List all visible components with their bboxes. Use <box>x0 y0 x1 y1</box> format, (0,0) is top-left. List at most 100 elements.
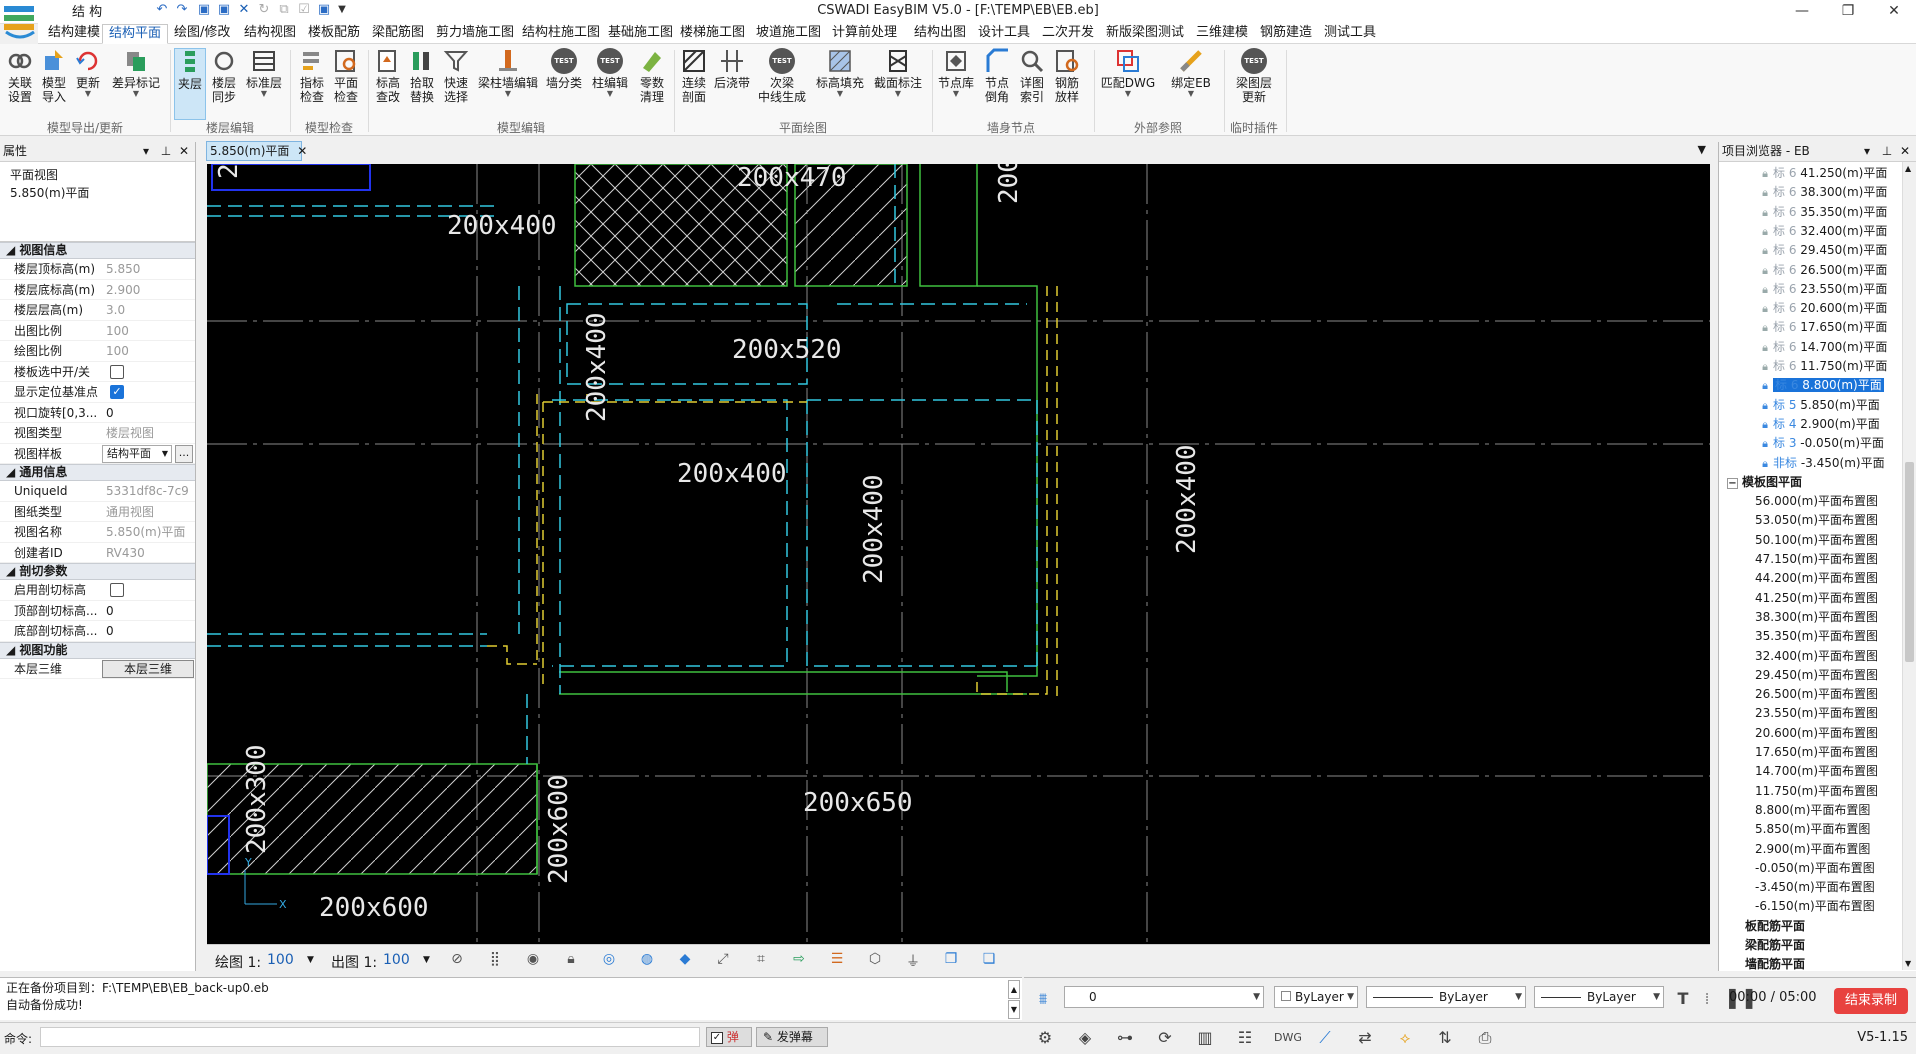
zero-clean-button[interactable]: 零数 清理 <box>636 48 668 104</box>
collapse-icon[interactable]: − <box>1727 477 1738 489</box>
tab-stair[interactable]: 楼梯施工图 <box>674 24 751 44</box>
lock-icon[interactable]: 🔒︎ <box>1759 225 1771 238</box>
tree-floor-item[interactable]: 🔒︎ 标 6 8.800(m)平面 <box>1759 376 1884 394</box>
tree-floor-item[interactable]: 🔒︎ 标 6 11.750(m)平面 <box>1759 357 1887 375</box>
tree-slab-item[interactable]: 53.050(m)平面布置图 <box>1755 511 1878 529</box>
expand-icon[interactable]: ⤢ <box>713 951 733 969</box>
dropdown-icon[interactable]: ▾ <box>137 142 155 161</box>
beam-layer-update-button[interactable]: TEST 梁图层 更新 <box>1230 48 1278 104</box>
tree-slab-item[interactable]: 14.700(m)平面布置图 <box>1755 762 1878 780</box>
tree-floor-item[interactable]: 🔒︎ 标 6 20.600(m)平面 <box>1759 299 1887 317</box>
tree-slab-item[interactable]: 11.750(m)平面布置图 <box>1755 782 1878 800</box>
indicator-check-button[interactable]: 指标 检查 <box>296 48 328 104</box>
layers-stack-icon[interactable]: ◈ <box>1074 1027 1096 1049</box>
command-input[interactable] <box>40 1027 700 1047</box>
danmaku-toggle[interactable]: ✓ 弹 <box>706 1027 752 1047</box>
console-scroll-down-icon[interactable]: ▼ <box>1008 1000 1020 1019</box>
lock-icon[interactable]: 🔒︎ <box>1759 322 1771 334</box>
tab-shear-wall[interactable]: 剪力墙施工图 <box>430 24 520 44</box>
tree-floor-item[interactable]: 🔒︎ 非标 -3.450(m)平面 <box>1759 454 1885 472</box>
bind-eb-button[interactable]: 绑定EB ▼ <box>1164 48 1218 98</box>
tree-slab-item[interactable]: 35.350(m)平面布置图 <box>1755 627 1878 645</box>
window-tile-icon[interactable]: ❐ <box>941 951 961 969</box>
tree-floor-item[interactable]: 🔒︎ 标 4 2.900(m)平面 <box>1759 415 1880 433</box>
draw-scale-dropdown-icon[interactable]: ▼ <box>307 955 314 965</box>
pick-replace-button[interactable]: 拾取 替换 <box>406 48 438 104</box>
tab-dev[interactable]: 二次开发 <box>1036 24 1100 44</box>
tree-slab-item[interactable]: 8.800(m)平面布置图 <box>1755 801 1870 819</box>
tree-floor-item[interactable]: 🔒︎ 标 6 41.250(m)平面 <box>1759 164 1887 182</box>
tab-draw-modify[interactable]: 绘图/修改 <box>168 24 236 44</box>
tab-slab-rebar[interactable]: 楼板配筋 <box>302 24 366 44</box>
tree-floor-item[interactable]: 🔒︎ 标 6 38.300(m)平面 <box>1759 183 1887 201</box>
customize-qa-icon[interactable]: ▼ <box>334 2 350 18</box>
tree-slab-item[interactable]: -0.050(m)平面布置图 <box>1755 859 1875 877</box>
tree-section-rebar[interactable]: 梁配筋平面 <box>1745 936 1805 954</box>
save-small-icon[interactable]: ▣ <box>316 2 332 18</box>
tree-slab-item[interactable]: 44.200(m)平面布置图 <box>1755 569 1878 587</box>
list-icon[interactable]: ☷ <box>1234 1027 1256 1049</box>
show-base-checkbox[interactable]: ✓ <box>110 385 124 399</box>
quick-select-button[interactable]: 快速 选择 <box>440 48 472 104</box>
match-dwg-button[interactable]: 匹配DWG ▼ <box>1096 48 1160 98</box>
lock-icon[interactable]: 🔒︎ <box>1759 283 1771 296</box>
tree-slab-item[interactable]: 5.850(m)平面布置图 <box>1755 820 1870 838</box>
section-view-func[interactable]: ◢ 视图功能 <box>0 641 195 659</box>
output-scale-dropdown-icon[interactable]: ▼ <box>423 955 430 965</box>
tree-floor-item[interactable]: 🔒︎ 标 6 26.500(m)平面 <box>1759 261 1887 279</box>
close-tab-icon[interactable]: ✕ <box>297 144 307 158</box>
console-scroll-up-icon[interactable]: ▲ <box>1008 980 1020 999</box>
drag-handle-icon[interactable]: ⁞ <box>1696 988 1718 1010</box>
lock-icon[interactable]: 🔒︎ <box>1759 245 1771 257</box>
panel-icon[interactable]: ▥ <box>1194 1027 1216 1049</box>
tab-design-tools[interactable]: 设计工具 <box>972 24 1036 44</box>
tree-floor-item[interactable]: 🔒︎ 标 6 32.400(m)平面 <box>1759 222 1887 240</box>
lock-icon[interactable]: 🔒︎ <box>1759 264 1771 277</box>
tree-floor-item[interactable]: 🔒︎ 标 6 35.350(m)平面 <box>1759 203 1887 221</box>
view-cube-icon[interactable]: ◆ <box>675 951 695 969</box>
tree-slab-item[interactable]: 56.000(m)平面布置图 <box>1755 492 1878 510</box>
lock-icon[interactable]: 🔒︎ <box>1759 206 1771 219</box>
column-edit-button[interactable]: TEST 柱编辑 ▼ <box>590 48 630 98</box>
lock-icon[interactable]: 🔒︎ <box>1759 361 1771 373</box>
lock-icon[interactable]: 🔒︎ <box>1759 187 1771 199</box>
lock-icon[interactable]: 🔒︎ <box>1759 399 1771 412</box>
lock-icon[interactable]: 🔒︎ <box>1759 418 1771 431</box>
tree-slab-item[interactable]: 20.600(m)平面布置图 <box>1755 724 1878 742</box>
elevation-edit-button[interactable]: 标高 查改 <box>372 48 404 104</box>
standard-floor-button[interactable]: 标准层 ▼ <box>244 48 284 98</box>
settings-gear-icon[interactable]: ⚙ <box>1034 1027 1056 1049</box>
slab-toggle-checkbox[interactable] <box>110 364 124 379</box>
print-icon[interactable]: ⎙ <box>1474 1027 1496 1049</box>
continuous-section-button[interactable]: 连续 剖面 <box>678 48 710 104</box>
tree-floor-item[interactable]: 🔒︎ 标 3 -0.050(m)平面 <box>1759 434 1884 452</box>
tab-beam-rebar[interactable]: 梁配筋图 <box>366 24 430 44</box>
section-cut-params[interactable]: ◢ 剖切参数 <box>0 563 195 580</box>
tab-rebar-build[interactable]: 钢筋建造 <box>1254 24 1318 44</box>
tree-scrollbar[interactable]: ▲ ▼ <box>1902 162 1916 970</box>
dwg-icon[interactable]: DWG <box>1274 1027 1302 1049</box>
tree-section-rebar[interactable]: 墙配筋平面 <box>1745 955 1805 971</box>
tab-plan-5850[interactable]: 5.850(m)平面 ✕ <box>206 141 307 161</box>
section-annotate-button[interactable]: 截面标注 ▼ <box>870 48 926 98</box>
tab-foundation[interactable]: 基础施工图 <box>602 24 679 44</box>
tab-ramp[interactable]: 坡道施工图 <box>750 24 827 44</box>
draw-scale-value[interactable]: 100 <box>267 952 294 968</box>
layers-icon[interactable]: ☰ <box>827 951 847 969</box>
target-icon[interactable]: ◎ <box>599 951 619 969</box>
tab-structure-view[interactable]: 结构视图 <box>238 24 302 44</box>
visibility-off-icon[interactable]: ⊘ <box>447 951 467 969</box>
snap-icon[interactable]: ◍ <box>637 951 657 969</box>
tree-slab-item[interactable]: 38.300(m)平面布置图 <box>1755 608 1878 626</box>
lock-icon[interactable]: 🔒︎ <box>1759 457 1771 470</box>
tree-floor-item[interactable]: 🔒︎ 标 6 14.700(m)平面 <box>1759 338 1887 356</box>
tree-slab-item[interactable]: 2.900(m)平面布置图 <box>1755 840 1870 858</box>
diff-mark-button[interactable]: 差异标记 ▼ <box>108 48 164 98</box>
lock-icon[interactable]: 🔒︎ <box>1759 438 1771 450</box>
tree-floor-item[interactable]: 🔒︎ 标 6 17.650(m)平面 <box>1759 318 1887 336</box>
lock-icon[interactable]: 🔒︎ <box>1759 168 1771 180</box>
undo-icon[interactable]: ↶ <box>154 2 170 18</box>
tab-output[interactable]: 结构出图 <box>908 24 972 44</box>
node-library-button[interactable]: 节点库 ▼ <box>936 48 976 98</box>
tree-slab-item[interactable]: 41.250(m)平面布置图 <box>1755 589 1878 607</box>
